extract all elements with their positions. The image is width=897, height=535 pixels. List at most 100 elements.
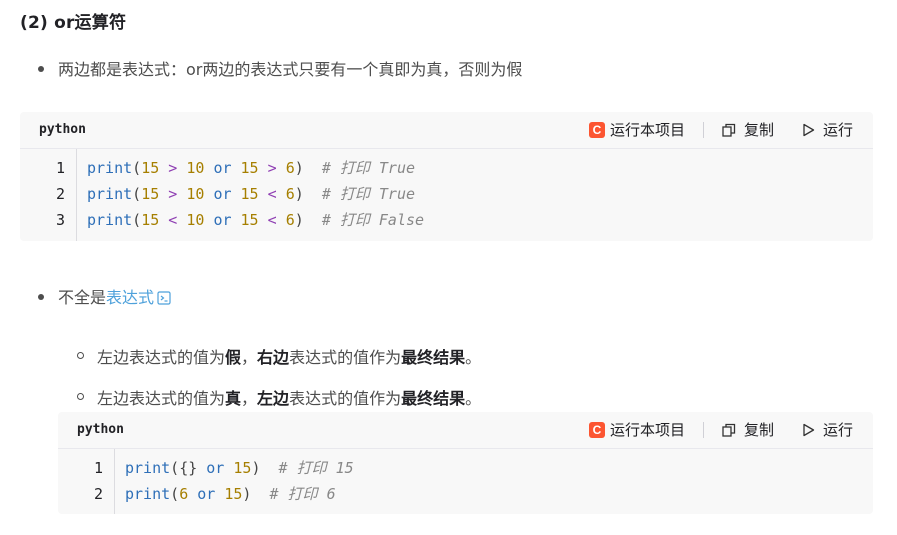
code-op: <: [267, 211, 277, 229]
code-num: 15: [233, 459, 252, 477]
code-fn: print: [87, 159, 133, 177]
code-line: print(15 < 10 or 15 < 6) # 打印 False: [87, 211, 425, 229]
run-project-label: 运行本项目: [609, 421, 685, 439]
line-number: 1: [93, 459, 103, 477]
sub2-text: 表达式的值作为: [289, 389, 402, 408]
code-block-header: python C 运行本项目 复制 运行: [20, 112, 873, 149]
code-num: 10: [186, 185, 205, 203]
code-comment: # 打印 True: [321, 159, 416, 177]
code-line: print(15 > 10 or 15 > 6) # 打印 True: [87, 159, 416, 177]
code-block-header: python C 运行本项目 复制 运行: [58, 412, 873, 449]
bullet-dot: [38, 66, 44, 72]
sub2-text: 。: [465, 389, 482, 408]
code-op: >: [267, 159, 277, 177]
expression-link[interactable]: 表达式: [106, 288, 154, 307]
code-num: 6: [285, 159, 295, 177]
code-keyword: or: [197, 485, 216, 503]
run-project-button[interactable]: C 运行本项目: [588, 119, 685, 140]
bullet2-prefix: 不全是: [58, 288, 107, 307]
csdn-c-icon: C: [588, 121, 605, 138]
run-project-label: 运行本项目: [609, 121, 685, 139]
code-block-1: python C 运行本项目 复制 运行 1 print(15 > 10 or …: [20, 112, 873, 241]
code-language-label: python: [39, 122, 86, 137]
code-op: <: [168, 211, 178, 229]
toolbar-divider: [702, 121, 704, 138]
code-comment: # 打印 False: [321, 211, 425, 229]
code-keyword: or: [213, 185, 232, 203]
play-icon: [803, 423, 815, 436]
code-num: 15: [141, 211, 160, 229]
line-number: 1: [55, 159, 65, 177]
code-keyword: or: [213, 159, 232, 177]
bullet-text-1: 两边都是表达式：or两边的表达式只要有一个真即为真，否则为假: [58, 60, 523, 79]
copy-icon: [722, 423, 736, 437]
sub2-bold: 左边: [257, 389, 290, 408]
bullet-text-2: 不全是表达式: [58, 284, 171, 308]
sub-bullet-circle: [77, 352, 84, 359]
section-heading: (2) or运算符: [20, 13, 127, 33]
csdn-c-icon: C: [588, 421, 605, 438]
code-keyword: or: [213, 211, 232, 229]
code-fn: print: [125, 459, 171, 477]
code-op: >: [168, 159, 178, 177]
code-fn: print: [87, 185, 133, 203]
code-num: 10: [186, 159, 205, 177]
sub1-text: ，: [241, 348, 258, 367]
code-toolbar: C 运行本项目 复制 运行: [588, 419, 853, 440]
terminal-link-icon[interactable]: [157, 291, 171, 305]
copy-label: 复制: [743, 421, 774, 439]
sub2-bold: 真: [225, 389, 242, 408]
copy-label: 复制: [743, 121, 774, 139]
code-op: <: [267, 185, 277, 203]
sub1-bold: 右边: [257, 348, 290, 367]
run-label: 运行: [822, 421, 853, 439]
line-number: 3: [55, 211, 65, 229]
bullet-dot: [38, 294, 44, 300]
code-arg: 6: [179, 485, 189, 503]
sub-bullet-1: 左边表达式的值为假，右边表达式的值作为最终结果。: [97, 344, 481, 368]
code-comment: # 打印 6: [269, 485, 336, 503]
code-num: 15: [224, 485, 243, 503]
copy-button[interactable]: 复制: [722, 419, 774, 440]
sub-bullet-2: 左边表达式的值为真，左边表达式的值作为最终结果。: [97, 385, 481, 409]
sub2-text: 左边表达式的值为: [97, 389, 226, 408]
code-comment: # 打印 15: [278, 459, 354, 477]
line-number: 2: [93, 485, 103, 503]
code-num: 6: [285, 211, 295, 229]
copy-button[interactable]: 复制: [722, 119, 774, 140]
code-arg: {}: [179, 459, 198, 477]
code-num: 15: [240, 159, 259, 177]
code-num: 15: [240, 185, 259, 203]
code-num: 10: [186, 211, 205, 229]
play-icon: [803, 123, 815, 136]
code-keyword: or: [206, 459, 225, 477]
code-fn: print: [87, 211, 133, 229]
run-label: 运行: [822, 121, 853, 139]
sub1-text: 。: [465, 348, 482, 367]
code-body: 1 print(15 > 10 or 15 > 6) # 打印 True 2 p…: [20, 149, 873, 241]
sub2-text: ，: [241, 389, 258, 408]
code-num: 15: [240, 211, 259, 229]
toolbar-divider: [702, 421, 704, 438]
copy-icon: [722, 123, 736, 137]
code-num: 15: [141, 185, 160, 203]
sub1-text: 表达式的值作为: [289, 348, 402, 367]
code-num: 6: [285, 185, 295, 203]
run-project-button[interactable]: C 运行本项目: [588, 419, 685, 440]
run-button[interactable]: 运行: [802, 119, 853, 140]
sub2-bold: 最终结果: [401, 389, 466, 408]
code-line: print({} or 15) # 打印 15: [125, 459, 354, 477]
code-op: >: [168, 185, 178, 203]
sub1-text: 左边表达式的值为: [97, 348, 226, 367]
sub1-bold: 假: [225, 348, 242, 367]
code-body: 1 print({} or 15) # 打印 15 2 print(6 or 1…: [58, 449, 873, 514]
code-line: print(6 or 15) # 打印 6: [125, 485, 336, 503]
code-language-label: python: [77, 422, 124, 437]
code-comment: # 打印 True: [321, 185, 416, 203]
run-button[interactable]: 运行: [802, 419, 853, 440]
code-fn: print: [125, 485, 171, 503]
line-number: 2: [55, 185, 65, 203]
sub-bullet-circle: [77, 393, 84, 400]
code-num: 15: [141, 159, 160, 177]
code-toolbar: C 运行本项目 复制 运行: [588, 119, 853, 140]
